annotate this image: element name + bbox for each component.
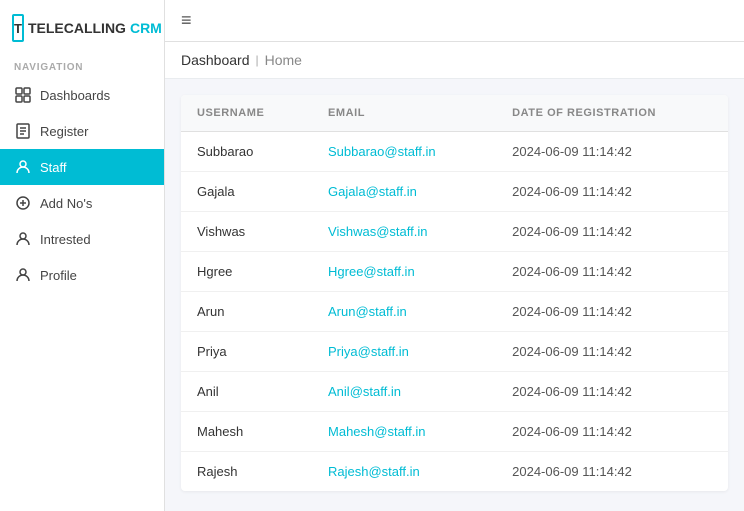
cell-email: Priya@staff.in bbox=[312, 332, 496, 372]
cell-date: 2024-06-09 11:14:42 bbox=[496, 212, 728, 252]
cell-username: Arun bbox=[181, 292, 312, 332]
sidebar: T TELECALLING CRM NAVIGATION Dashboards bbox=[0, 0, 165, 511]
sidebar-item-label: Staff bbox=[40, 160, 67, 175]
cell-date: 2024-06-09 11:14:42 bbox=[496, 132, 728, 172]
sidebar-item-dashboards[interactable]: Dashboards bbox=[0, 77, 164, 113]
add-icon bbox=[14, 194, 32, 212]
breadcrumb: Dashboard | Home bbox=[165, 42, 744, 79]
cell-username: Gajala bbox=[181, 172, 312, 212]
topbar: ≡ bbox=[165, 0, 744, 42]
register-icon bbox=[14, 122, 32, 140]
table-row: VishwasVishwas@staff.in2024-06-09 11:14:… bbox=[181, 212, 728, 252]
col-username: USERNAME bbox=[181, 95, 312, 132]
table-body: SubbaraoSubbarao@staff.in2024-06-09 11:1… bbox=[181, 132, 728, 492]
sidebar-item-label: Register bbox=[40, 124, 88, 139]
cell-date: 2024-06-09 11:14:42 bbox=[496, 292, 728, 332]
sidebar-item-register[interactable]: Register bbox=[0, 113, 164, 149]
cell-username: Hgree bbox=[181, 252, 312, 292]
col-email: EMAIL bbox=[312, 95, 496, 132]
breadcrumb-separator: | bbox=[256, 53, 259, 67]
cell-username: Mahesh bbox=[181, 412, 312, 452]
table-row: GajalaGajala@staff.in2024-06-09 11:14:42 bbox=[181, 172, 728, 212]
cell-username: Priya bbox=[181, 332, 312, 372]
sidebar-item-profile[interactable]: Profile bbox=[0, 257, 164, 293]
cell-email: Hgree@staff.in bbox=[312, 252, 496, 292]
staff-icon bbox=[14, 158, 32, 176]
dashboard-icon bbox=[14, 86, 32, 104]
cell-username: Anil bbox=[181, 372, 312, 412]
staff-table: USERNAME EMAIL DATE OF REGISTRATION Subb… bbox=[181, 95, 728, 491]
logo-text-crm: CRM bbox=[130, 20, 162, 36]
nav-section-label: NAVIGATION bbox=[0, 52, 164, 77]
table-row: PriyaPriya@staff.in2024-06-09 11:14:42 bbox=[181, 332, 728, 372]
sidebar-item-intrested[interactable]: Intrested bbox=[0, 221, 164, 257]
table-row: HgreeHgree@staff.in2024-06-09 11:14:42 bbox=[181, 252, 728, 292]
table-row: RajeshRajesh@staff.in2024-06-09 11:14:42 bbox=[181, 452, 728, 492]
cell-email: Mahesh@staff.in bbox=[312, 412, 496, 452]
cell-email: Vishwas@staff.in bbox=[312, 212, 496, 252]
table-container: USERNAME EMAIL DATE OF REGISTRATION Subb… bbox=[165, 79, 744, 511]
cell-email: Gajala@staff.in bbox=[312, 172, 496, 212]
cell-username: Subbarao bbox=[181, 132, 312, 172]
cell-username: Rajesh bbox=[181, 452, 312, 492]
col-date: DATE OF REGISTRATION bbox=[496, 95, 728, 132]
sidebar-item-label: Intrested bbox=[40, 232, 91, 247]
table-row: AnilAnil@staff.in2024-06-09 11:14:42 bbox=[181, 372, 728, 412]
cell-date: 2024-06-09 11:14:42 bbox=[496, 252, 728, 292]
profile-icon bbox=[14, 266, 32, 284]
sidebar-item-staff[interactable]: Staff bbox=[0, 149, 164, 185]
table-header: USERNAME EMAIL DATE OF REGISTRATION bbox=[181, 95, 728, 132]
logo-text-telecalling: TELECALLING bbox=[28, 20, 126, 36]
menu-icon[interactable]: ≡ bbox=[181, 10, 192, 31]
sidebar-item-label: Add No's bbox=[40, 196, 92, 211]
cell-email: Arun@staff.in bbox=[312, 292, 496, 332]
sidebar-item-label: Dashboards bbox=[40, 88, 110, 103]
cell-email: Rajesh@staff.in bbox=[312, 452, 496, 492]
table-row: ArunArun@staff.in2024-06-09 11:14:42 bbox=[181, 292, 728, 332]
intrested-icon bbox=[14, 230, 32, 248]
logo-icon: T bbox=[12, 14, 24, 42]
cell-username: Vishwas bbox=[181, 212, 312, 252]
logo: T TELECALLING CRM bbox=[0, 0, 164, 52]
cell-date: 2024-06-09 11:14:42 bbox=[496, 332, 728, 372]
cell-date: 2024-06-09 11:14:42 bbox=[496, 372, 728, 412]
table-row: MaheshMahesh@staff.in2024-06-09 11:14:42 bbox=[181, 412, 728, 452]
cell-date: 2024-06-09 11:14:42 bbox=[496, 412, 728, 452]
breadcrumb-current: Dashboard bbox=[181, 52, 250, 68]
cell-date: 2024-06-09 11:14:42 bbox=[496, 172, 728, 212]
cell-email: Anil@staff.in bbox=[312, 372, 496, 412]
cell-date: 2024-06-09 11:14:42 bbox=[496, 452, 728, 492]
table-row: SubbaraoSubbarao@staff.in2024-06-09 11:1… bbox=[181, 132, 728, 172]
sidebar-item-add-nos[interactable]: Add No's bbox=[0, 185, 164, 221]
sidebar-item-label: Profile bbox=[40, 268, 77, 283]
breadcrumb-home[interactable]: Home bbox=[265, 52, 302, 68]
main-content: ≡ Dashboard | Home USERNAME EMAIL DATE O… bbox=[165, 0, 744, 511]
cell-email: Subbarao@staff.in bbox=[312, 132, 496, 172]
